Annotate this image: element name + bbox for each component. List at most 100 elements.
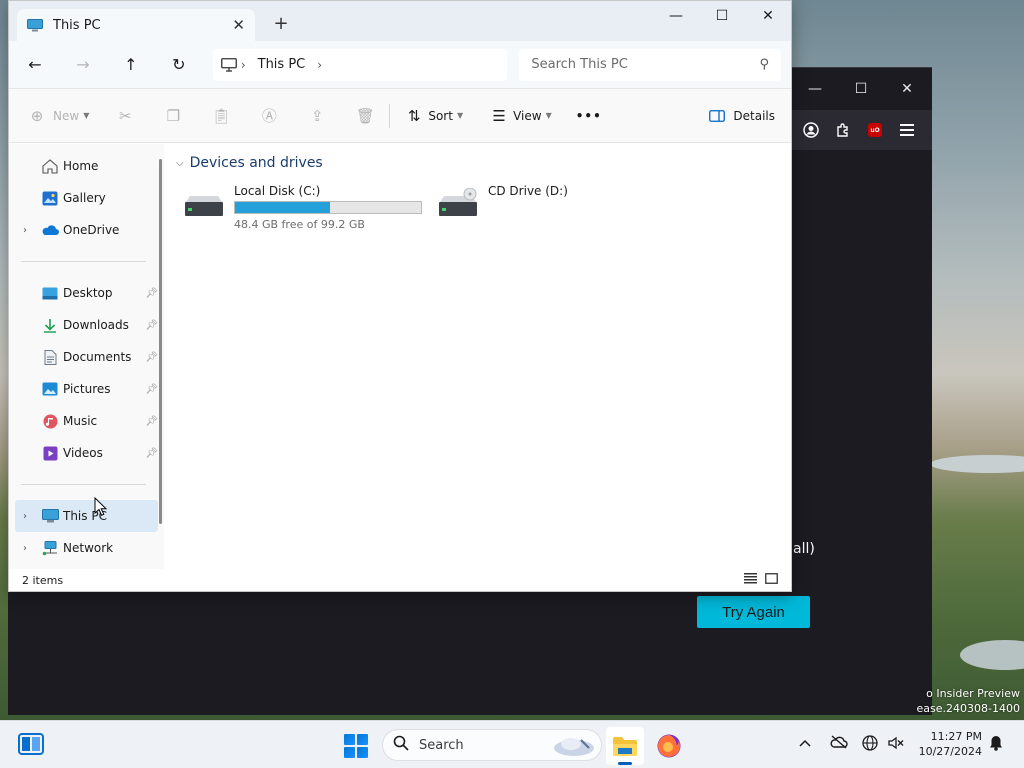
pin-icon[interactable]: 📌︎ [145, 448, 158, 459]
see-more-button[interactable]: ••• [576, 109, 602, 123]
taskbar-firefox[interactable] [650, 727, 688, 765]
cut-button[interactable]: ✂ [113, 106, 137, 126]
browser-toolbar: uO [790, 110, 932, 150]
plus-circle-icon: ⊕ [30, 106, 44, 125]
account-icon[interactable] [802, 121, 820, 139]
sidebar-item-gallery[interactable]: Gallery [9, 182, 164, 214]
sidebar-item-label: Pictures [63, 382, 111, 396]
taskbar: Search 11:27 PM 10/27/2024 [0, 720, 1024, 768]
chevron-down-icon[interactable]: ⌵ [176, 158, 184, 169]
minimize-button[interactable]: — [653, 1, 699, 31]
drive-item-d[interactable]: CD Drive (D:) [430, 180, 684, 235]
details-label: Details [733, 108, 775, 123]
sidebar-item-videos[interactable]: Videos 📌︎ [9, 437, 164, 469]
sidebar-item-network[interactable]: › Network [9, 532, 164, 564]
build-watermark: o Insider Preview ease.240308-1400 [917, 686, 1020, 716]
sidebar-scrollbar[interactable] [159, 159, 162, 524]
background-browser-window[interactable]: — ☐ ✕ uO [790, 67, 932, 715]
sidebar-item-desktop[interactable]: Desktop 📌︎ [9, 277, 164, 309]
ublock-icon[interactable]: uO [866, 121, 884, 139]
windows-logo-tile [344, 747, 355, 758]
sidebar-item-downloads[interactable]: Downloads 📌︎ [9, 309, 164, 341]
network-icon [41, 540, 59, 556]
sort-button[interactable]: ⇅ Sort ▼ [402, 106, 463, 126]
wallpaper-lake [930, 455, 1024, 473]
drive-item-c[interactable]: Local Disk (C:) 48.4 GB free of 99.2 GB [176, 180, 430, 235]
taskbar-file-explorer[interactable] [606, 727, 644, 765]
sort-label: Sort [428, 108, 453, 123]
sidebar-item-label: Home [63, 159, 99, 173]
sidebar-item-label: Network [63, 541, 114, 555]
forward-button[interactable]: → [67, 49, 99, 81]
share-button[interactable]: ⇪ [305, 106, 329, 126]
try-again-button[interactable]: Try Again [697, 596, 810, 628]
chevron-right-icon[interactable]: › [317, 58, 322, 72]
explorer-titlebar[interactable]: This PC ✕ + — ☐ ✕ [9, 1, 791, 41]
clock-time: 11:27 PM [930, 730, 982, 743]
menu-icon[interactable] [898, 121, 916, 139]
details-view-icon[interactable] [744, 573, 757, 587]
chevron-right-icon[interactable]: › [23, 511, 41, 522]
details-button[interactable]: Details [705, 106, 775, 126]
up-button[interactable]: ↑ [115, 49, 147, 81]
volume-muted-icon[interactable] [887, 735, 905, 755]
address-bar[interactable]: › This PC › [212, 48, 508, 81]
background-titlebar[interactable]: — ☐ ✕ [790, 68, 932, 110]
network-status-icon[interactable] [862, 735, 878, 755]
sidebar-item-label: Music [63, 414, 98, 428]
maximize-button[interactable]: ☐ [838, 81, 884, 97]
breadcrumb[interactable]: This PC [258, 57, 306, 72]
sidebar-item-documents[interactable]: Documents 📌︎ [9, 341, 164, 373]
more-icon: ••• [575, 108, 602, 123]
group-header-label: Devices and drives [189, 155, 323, 171]
tiles-view-icon[interactable] [765, 573, 778, 587]
music-icon [41, 413, 59, 429]
windows-logo-tile [357, 747, 368, 758]
pin-icon[interactable]: 📌︎ [145, 320, 158, 331]
pin-icon[interactable]: 📌︎ [145, 352, 158, 363]
close-tab-icon[interactable]: ✕ [232, 16, 245, 34]
back-button[interactable]: ← [19, 49, 51, 81]
new-tab-button[interactable]: + [271, 13, 291, 34]
pin-icon[interactable]: 📌︎ [145, 288, 158, 299]
clock[interactable]: 11:27 PM 10/27/2024 [912, 729, 982, 759]
pin-icon[interactable]: 📌︎ [145, 384, 158, 395]
view-button[interactable]: ☰ View ▼ [487, 106, 551, 126]
delete-button[interactable]: 🗑︎ [353, 106, 377, 126]
taskbar-search[interactable]: Search [382, 729, 602, 761]
copy-button[interactable]: ❐ [161, 106, 185, 126]
group-header[interactable]: ⌵ Devices and drives [176, 154, 779, 172]
sort-icon: ⇅ [408, 106, 421, 125]
sidebar-item-onedrive[interactable]: › OneDrive [9, 214, 164, 246]
sidebar-item-home[interactable]: Home [9, 150, 164, 182]
widgets-icon[interactable] [18, 733, 44, 755]
show-hidden-icons[interactable] [799, 735, 811, 751]
rename-button[interactable]: Ⓐ [257, 106, 281, 126]
drives-list: Local Disk (C:) 48.4 GB free of 99.2 GB [176, 180, 779, 235]
sidebar-item-label: Videos [63, 446, 103, 460]
search-box[interactable]: Search This PC ⚲ [519, 48, 781, 81]
sidebar-item-this-pc[interactable]: › This PC [15, 500, 158, 532]
cloud-offline-icon[interactable] [830, 735, 848, 753]
notifications-bell-icon[interactable] [989, 735, 1003, 754]
tab-this-pc[interactable]: This PC ✕ [17, 9, 255, 41]
copy-icon: ❐ [166, 106, 181, 125]
chevron-right-icon[interactable]: › [23, 543, 41, 554]
new-button[interactable]: ⊕ New ▼ [25, 106, 90, 126]
extensions-icon[interactable] [834, 121, 852, 139]
refresh-button[interactable]: ↻ [163, 49, 195, 81]
start-button[interactable] [344, 734, 368, 758]
pin-icon[interactable]: 📌︎ [145, 416, 158, 427]
minimize-button[interactable]: — [792, 81, 838, 97]
file-explorer-window[interactable]: This PC ✕ + — ☐ ✕ ← → ↑ ↻ › This PC › Se… [8, 0, 792, 592]
sidebar-item-pictures[interactable]: Pictures 📌︎ [9, 373, 164, 405]
sidebar-divider [21, 484, 146, 485]
close-button[interactable]: ✕ [745, 1, 791, 31]
paste-button[interactable]: 📋︎ [209, 106, 233, 126]
search-input[interactable]: Search This PC [531, 57, 759, 72]
sidebar-item-music[interactable]: Music 📌︎ [9, 405, 164, 437]
maximize-button[interactable]: ☐ [699, 1, 745, 31]
close-button[interactable]: ✕ [884, 81, 930, 97]
chevron-right-icon[interactable]: › [23, 225, 41, 236]
chevron-right-icon[interactable]: › [241, 58, 246, 72]
